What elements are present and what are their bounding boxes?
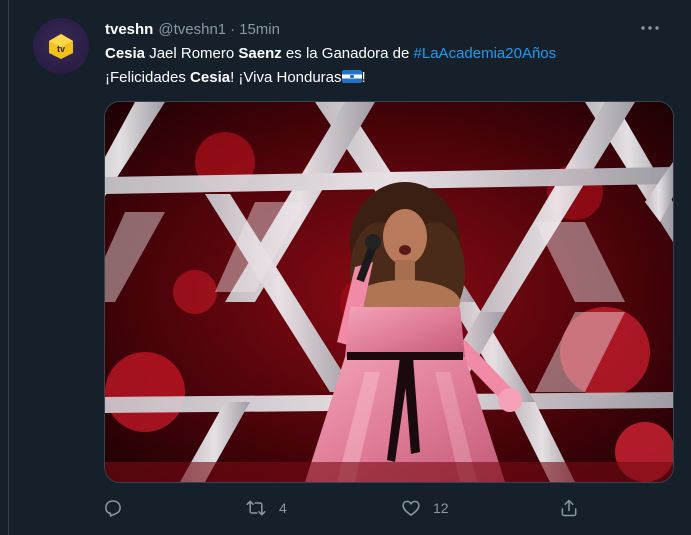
heart-icon: [402, 500, 420, 516]
tweet-text: Cesia Jael Romero Saenz es la Ganadora d…: [105, 42, 675, 90]
more-options-button[interactable]: [638, 16, 662, 40]
text-segment: ! ¡Viva Honduras: [230, 69, 342, 86]
like-button[interactable]: 12: [401, 494, 449, 522]
stage-photo: [105, 102, 673, 482]
tweet-text-line-2: ¡Felicidades Cesia! ¡Viva Honduras!: [105, 66, 675, 90]
tweet-photo[interactable]: [104, 101, 674, 483]
text-segment: ¡Felicidades: [105, 69, 191, 86]
display-name[interactable]: tveshn: [105, 21, 153, 38]
text-bold-saenz: Saenz: [238, 45, 282, 62]
user-handle[interactable]: @tveshn1: [158, 21, 226, 38]
tweet-header: tveshn @tveshn1 · 15min: [105, 18, 280, 40]
text-bold-cesia: Cesia: [105, 45, 146, 62]
reply-icon: [105, 500, 121, 517]
separator-dot: ·: [230, 20, 236, 38]
like-count: 12: [433, 500, 449, 516]
text-segment: es la Ganadora de: [281, 45, 414, 62]
retweet-icon: [246, 500, 266, 516]
honduras-flag-icon: [341, 70, 362, 83]
retweet-count: 4: [279, 500, 287, 516]
tweet-actions: 4 12: [103, 494, 583, 522]
tweet-card[interactable]: tv tveshn @tveshn1 · 15min Cesia Jael Ro…: [8, 0, 691, 535]
timestamp[interactable]: 15min: [239, 21, 280, 38]
text-segment: Jael Romero: [145, 45, 239, 62]
reply-button[interactable]: [103, 494, 135, 522]
more-icon: [641, 26, 659, 30]
text-bold-cesia: Cesia: [190, 69, 231, 86]
svg-text:tv: tv: [57, 44, 65, 54]
share-button[interactable]: [559, 494, 579, 522]
share-icon: [561, 499, 577, 517]
hashtag-link[interactable]: #LaAcademia20Años: [414, 45, 557, 62]
text-segment: !: [361, 69, 366, 86]
retweet-button[interactable]: 4: [245, 494, 287, 522]
tweet-text-line-1: Cesia Jael Romero Saenz es la Ganadora d…: [105, 42, 675, 66]
tveshn-logo-icon: tv: [49, 34, 73, 59]
avatar[interactable]: tv: [33, 18, 89, 74]
